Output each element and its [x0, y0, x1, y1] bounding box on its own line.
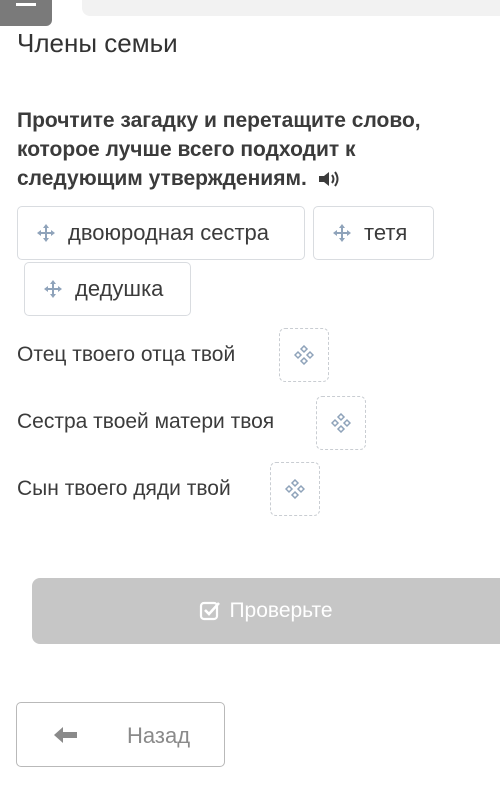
move-icon	[37, 224, 55, 242]
instructions-text: Прочтите загадку и перетащите слово, кот…	[17, 109, 421, 190]
header-strip	[82, 0, 500, 16]
check-button-label: Проверьте	[229, 599, 333, 622]
checkbox-icon	[200, 601, 221, 621]
option-chip-cousin[interactable]: двоюродная сестра	[17, 206, 305, 260]
task-instructions: Прочтите загадку и перетащите слово, кот…	[17, 106, 487, 193]
statement-2: Сестра твоей матери твоя	[17, 410, 275, 433]
arrow-left-icon	[54, 727, 77, 743]
option-label: двоюродная сестра	[68, 220, 270, 245]
crosshair-icon	[331, 413, 351, 433]
crosshair-icon	[294, 345, 314, 365]
top-bar	[0, 0, 500, 28]
back-button[interactable]: Назад	[16, 702, 225, 767]
check-button[interactable]: Проверьте	[32, 578, 500, 644]
page-title: Члены семьи	[17, 28, 178, 58]
menu-icon	[16, 3, 36, 6]
drop-zone-2[interactable]	[316, 396, 366, 450]
back-button-label: Назад	[127, 723, 191, 748]
move-icon	[44, 280, 62, 298]
menu-button[interactable]	[0, 0, 52, 26]
move-icon	[333, 224, 351, 242]
option-chip-aunt[interactable]: тетя	[313, 206, 434, 260]
statement-3: Сын твоего дяди твой	[17, 477, 231, 500]
crosshair-icon	[285, 479, 305, 499]
statement-1: Отец твоего отца твой	[17, 343, 236, 366]
drop-zone-1[interactable]	[279, 328, 329, 382]
option-label: дедушка	[75, 276, 164, 301]
option-label: тетя	[364, 220, 408, 245]
speaker-icon[interactable]	[317, 169, 343, 189]
option-chip-grandfather[interactable]: дедушка	[24, 262, 191, 316]
drop-zone-3[interactable]	[270, 462, 320, 516]
